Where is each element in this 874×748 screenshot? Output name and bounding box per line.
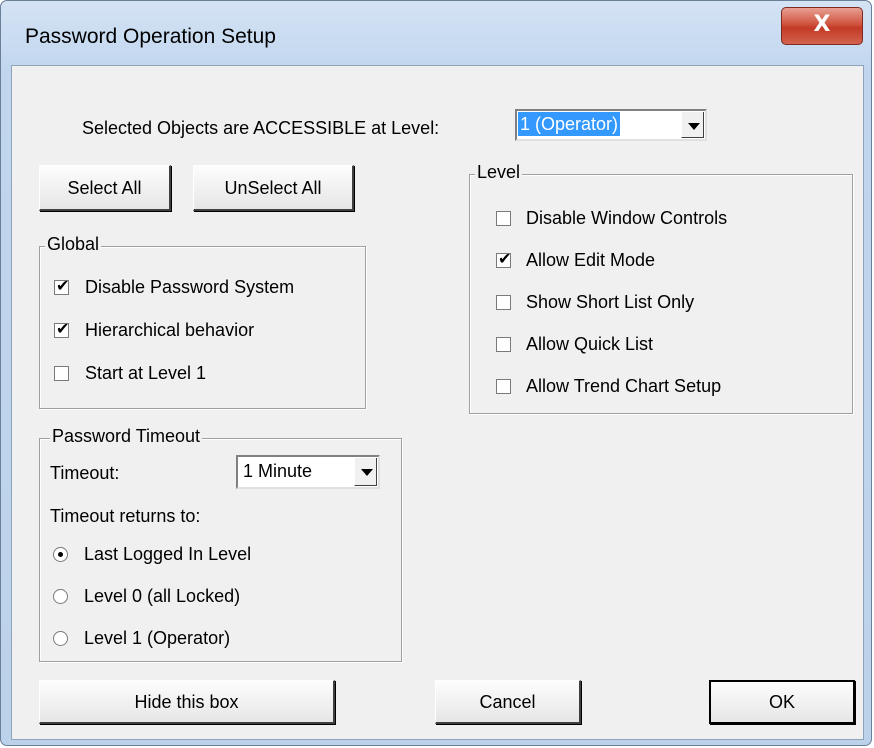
window-title: Password Operation Setup bbox=[25, 25, 276, 48]
level1-label: Level 1 (Operator) bbox=[84, 628, 231, 648]
allow-quick-list-checkbox[interactable] bbox=[496, 337, 511, 352]
check-icon: ✔ bbox=[56, 319, 70, 338]
hide-box-button[interactable]: Hide this box bbox=[39, 680, 335, 724]
last-logged-in-radio[interactable] bbox=[53, 547, 68, 562]
password-timeout-group: Password Timeout Timeout: 1 Minute Timeo… bbox=[39, 426, 402, 662]
radio-dot-icon bbox=[58, 552, 63, 557]
start-level1-label: Start at Level 1 bbox=[85, 363, 207, 383]
dialog-body: Selected Objects are ACCESSIBLE at Level… bbox=[11, 65, 864, 740]
last-logged-in-label: Last Logged In Level bbox=[84, 544, 252, 564]
timeout-value: 1 Minute bbox=[243, 461, 313, 481]
disable-window-controls-checkbox[interactable] bbox=[496, 211, 511, 226]
timeout-returns-label: Timeout returns to: bbox=[50, 506, 201, 526]
access-level-value: 1 (Operator) bbox=[518, 112, 621, 136]
disable-password-label: Disable Password System bbox=[85, 277, 295, 297]
hierarchical-label: Hierarchical behavior bbox=[85, 320, 255, 340]
dropdown-arrow[interactable] bbox=[681, 112, 704, 138]
disable-window-controls-label: Disable Window Controls bbox=[526, 208, 728, 228]
ok-button[interactable]: OK bbox=[709, 680, 855, 724]
allow-trend-chart-checkbox[interactable] bbox=[496, 379, 511, 394]
level-legend: Level bbox=[475, 162, 523, 183]
allow-trend-chart-label: Allow Trend Chart Setup bbox=[526, 376, 722, 396]
select-all-button[interactable]: Select All bbox=[39, 165, 171, 211]
chevron-down-icon bbox=[688, 123, 700, 130]
password-timeout-legend: Password Timeout bbox=[50, 426, 203, 447]
show-short-list-checkbox[interactable] bbox=[496, 295, 511, 310]
global-group: Global ✔ Disable Password System ✔ Hiera… bbox=[39, 234, 366, 409]
chevron-down-icon bbox=[361, 469, 373, 476]
allow-edit-mode-checkbox[interactable]: ✔ bbox=[496, 249, 511, 268]
cancel-label: Cancel bbox=[479, 692, 536, 712]
level-group: Level Disable Window Controls ✔ Allow Ed… bbox=[469, 162, 853, 414]
timeout-label: Timeout: bbox=[50, 463, 120, 483]
access-level-select[interactable]: 1 (Operator) bbox=[515, 109, 707, 141]
timeout-select[interactable]: 1 Minute bbox=[236, 455, 380, 489]
disable-password-checkbox[interactable]: ✔ bbox=[54, 276, 69, 295]
hide-box-label: Hide this box bbox=[134, 692, 239, 712]
hierarchical-checkbox[interactable]: ✔ bbox=[54, 319, 69, 338]
close-button[interactable]: X bbox=[781, 7, 863, 45]
start-level1-checkbox[interactable] bbox=[54, 366, 69, 381]
allow-quick-list-label: Allow Quick List bbox=[526, 334, 654, 354]
ok-label: OK bbox=[768, 692, 795, 712]
unselect-all-label: UnSelect All bbox=[224, 178, 322, 198]
check-icon: ✔ bbox=[56, 276, 70, 295]
level1-radio[interactable] bbox=[53, 631, 68, 646]
show-short-list-label: Show Short List Only bbox=[526, 292, 695, 312]
dialog-window: Password Operation Setup X Selected Obje… bbox=[0, 0, 872, 746]
level0-label: Level 0 (all Locked) bbox=[84, 586, 241, 606]
unselect-all-button[interactable]: UnSelect All bbox=[193, 165, 354, 211]
access-level-label: Selected Objects are ACCESSIBLE at Level… bbox=[82, 118, 440, 138]
level0-radio[interactable] bbox=[53, 589, 68, 604]
select-all-label: Select All bbox=[67, 178, 142, 198]
global-legend: Global bbox=[45, 234, 102, 255]
dropdown-arrow[interactable] bbox=[354, 458, 377, 486]
check-icon: ✔ bbox=[498, 249, 512, 268]
cancel-button[interactable]: Cancel bbox=[435, 680, 581, 724]
allow-edit-mode-label: Allow Edit Mode bbox=[526, 250, 656, 270]
